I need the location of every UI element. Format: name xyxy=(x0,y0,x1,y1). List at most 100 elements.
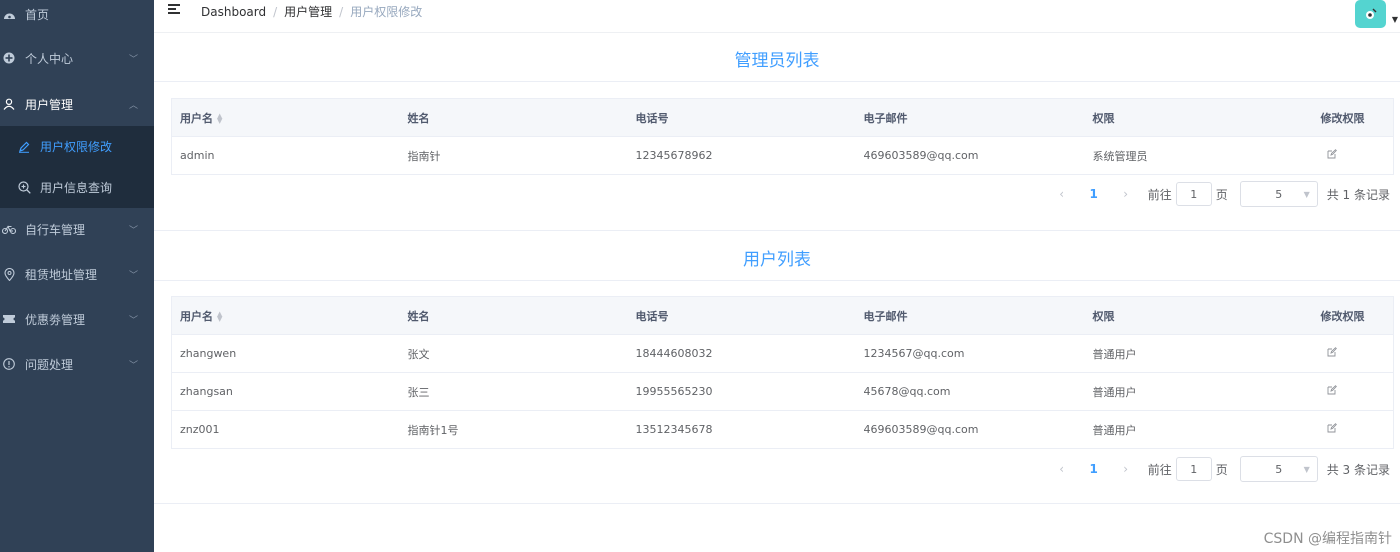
column-header-username[interactable]: 用户名 ▲ ▼ xyxy=(171,296,400,335)
cell-name: 张文 xyxy=(399,334,628,373)
cell-edit xyxy=(1312,410,1394,449)
page-size-select[interactable]: 5 ▼ xyxy=(1239,456,1318,482)
edit-icon[interactable] xyxy=(1327,423,1338,434)
avatar-image-icon xyxy=(1365,8,1376,19)
prev-page-icon[interactable]: ‹ xyxy=(1050,187,1074,201)
section-divider xyxy=(154,230,1400,231)
sort-icon[interactable]: ▲ ▼ xyxy=(217,310,222,322)
sidebar-item-personal-center[interactable]: 个人中心 ﹀ xyxy=(0,38,154,78)
hamburger-menu-icon[interactable] xyxy=(168,3,182,17)
sidebar-item-coupon-management[interactable]: 优惠劵管理 ﹀ xyxy=(0,299,154,339)
admin-pagination: ‹ 1 › 前往 页 5 ▼ 共 1 条记录 xyxy=(1050,181,1390,207)
sidebar-subitem-user-info-query[interactable]: 用户信息查询 xyxy=(0,167,154,208)
next-page-icon[interactable]: › xyxy=(1114,187,1138,201)
table-row: znz001 指南针1号 13512345678 469603589@qq.co… xyxy=(171,410,1394,449)
section-divider xyxy=(154,280,1400,281)
column-header-username[interactable]: 用户名 ▲ ▼ xyxy=(171,98,400,137)
table-row: admin 指南针 12345678962 469603589@qq.com 系… xyxy=(171,136,1394,175)
sidebar-item-label: 用户管理 xyxy=(25,97,74,112)
column-header-name: 姓名 xyxy=(399,98,628,137)
sidebar-item-label: 个人中心 xyxy=(25,51,74,66)
ticket-icon xyxy=(2,312,16,326)
sidebar-item-rental-address[interactable]: 租赁地址管理 ﹀ xyxy=(0,254,154,294)
caret-down-icon: ▼ xyxy=(1303,464,1310,474)
cell-email: 1234567@qq.com xyxy=(855,334,1085,373)
cell-edit xyxy=(1312,372,1394,411)
zoom-in-icon xyxy=(17,181,31,195)
column-header-email: 电子邮件 xyxy=(855,296,1085,335)
info-circle-icon xyxy=(2,357,16,371)
cell-edit xyxy=(1312,334,1394,373)
goto-page-input[interactable] xyxy=(1175,182,1212,206)
edit-icon[interactable] xyxy=(1327,385,1338,396)
prev-page-icon[interactable]: ‹ xyxy=(1050,462,1074,476)
sidebar-subitem-permission-edit[interactable]: 用户权限修改 xyxy=(0,126,154,167)
goto-label: 前往 xyxy=(1147,462,1172,477)
page-size-select[interactable]: 5 ▼ xyxy=(1239,181,1318,207)
cell-phone: 18444608032 xyxy=(627,334,856,373)
column-header-permission: 权限 xyxy=(1084,296,1313,335)
goto-label: 前往 xyxy=(1147,187,1172,202)
page-size-value: 5 xyxy=(1275,462,1283,476)
column-header-permission: 权限 xyxy=(1084,98,1313,137)
section-divider xyxy=(154,81,1400,82)
sidebar-item-bicycle-management[interactable]: 自行车管理 ﹀ xyxy=(0,209,154,249)
cell-email: 469603589@qq.com xyxy=(855,136,1085,175)
cell-email: 45678@qq.com xyxy=(855,372,1085,411)
sidebar-item-home[interactable]: 首页 xyxy=(0,0,154,34)
cell-permission: 系统管理员 xyxy=(1084,136,1313,175)
chevron-down-icon: ﹀ xyxy=(128,54,138,65)
user-icon xyxy=(2,97,16,111)
breadcrumb-dashboard[interactable]: Dashboard xyxy=(201,5,266,19)
breadcrumb-separator: / xyxy=(273,4,278,19)
cell-phone: 19955565230 xyxy=(627,372,856,411)
table-row: zhangwen 张文 18444608032 1234567@qq.com 普… xyxy=(171,334,1394,373)
section-divider xyxy=(154,503,1400,504)
user-list-title: 用户列表 xyxy=(743,250,811,270)
sidebar-item-label: 自行车管理 xyxy=(25,222,86,237)
plus-circle-icon xyxy=(2,51,16,65)
user-pagination: ‹ 1 › 前往 页 5 ▼ 共 3 条记录 xyxy=(1050,456,1390,482)
dashboard-icon xyxy=(2,7,16,21)
cell-name: 指南针1号 xyxy=(399,410,628,449)
cell-phone: 13512345678 xyxy=(627,410,856,449)
breadcrumb-user-management[interactable]: 用户管理 xyxy=(284,3,332,20)
page-number[interactable]: 1 xyxy=(1074,462,1114,476)
sort-icon[interactable]: ▲ ▼ xyxy=(217,112,222,124)
cell-name: 张三 xyxy=(399,372,628,411)
cell-username: znz001 xyxy=(171,410,400,449)
cell-permission: 普通用户 xyxy=(1084,372,1313,411)
page-unit-label: 页 xyxy=(1215,462,1228,477)
page-unit-label: 页 xyxy=(1215,187,1228,202)
caret-down-icon[interactable]: ▼ xyxy=(1392,15,1398,24)
watermark: CSDN @编程指南针 xyxy=(1263,531,1392,547)
chevron-down-icon: ﹀ xyxy=(128,360,138,371)
avatar[interactable] xyxy=(1355,0,1386,28)
chevron-down-icon: ﹀ xyxy=(128,225,138,236)
location-pin-icon xyxy=(2,267,16,281)
column-header-edit-permission: 修改权限 xyxy=(1312,296,1394,335)
cell-username: zhangwen xyxy=(171,334,400,373)
goto-page-input[interactable] xyxy=(1175,457,1212,481)
sidebar-item-issue-handling[interactable]: 问题处理 ﹀ xyxy=(0,344,154,384)
column-header-email: 电子邮件 xyxy=(855,98,1085,137)
page-number[interactable]: 1 xyxy=(1074,187,1114,201)
breadcrumb: Dashboard / 用户管理 / 用户权限修改 xyxy=(201,3,422,20)
cell-phone: 12345678962 xyxy=(627,136,856,175)
user-table: 用户名 ▲ ▼ 姓名 电话号 电子邮件 权限 修改权限 zhangwen 张文 18… xyxy=(171,296,1394,449)
admin-table: 用户名 ▲ ▼ 姓名 电话号 电子邮件 权限 修改权限 admin 指南针 1234… xyxy=(171,98,1394,175)
breadcrumb-current: 用户权限修改 xyxy=(350,5,423,19)
next-page-icon[interactable]: › xyxy=(1114,462,1138,476)
chevron-down-icon: ﹀ xyxy=(128,270,138,281)
cell-permission: 普通用户 xyxy=(1084,334,1313,373)
chevron-down-icon: ﹀ xyxy=(128,315,138,326)
column-header-phone: 电话号 xyxy=(627,98,856,137)
edit-icon[interactable] xyxy=(1327,347,1338,358)
edit-icon[interactable] xyxy=(1327,149,1338,160)
column-header-name: 姓名 xyxy=(399,296,628,335)
table-row: zhangsan 张三 19955565230 45678@qq.com 普通用… xyxy=(171,372,1394,411)
top-navbar: Dashboard / 用户管理 / 用户权限修改 ▼ xyxy=(154,0,1400,33)
column-header-phone: 电话号 xyxy=(627,296,856,335)
table-header-row: 用户名 ▲ ▼ 姓名 电话号 电子邮件 权限 修改权限 xyxy=(171,98,1394,137)
sidebar-item-user-management[interactable]: 用户管理 ︿ xyxy=(0,84,154,124)
